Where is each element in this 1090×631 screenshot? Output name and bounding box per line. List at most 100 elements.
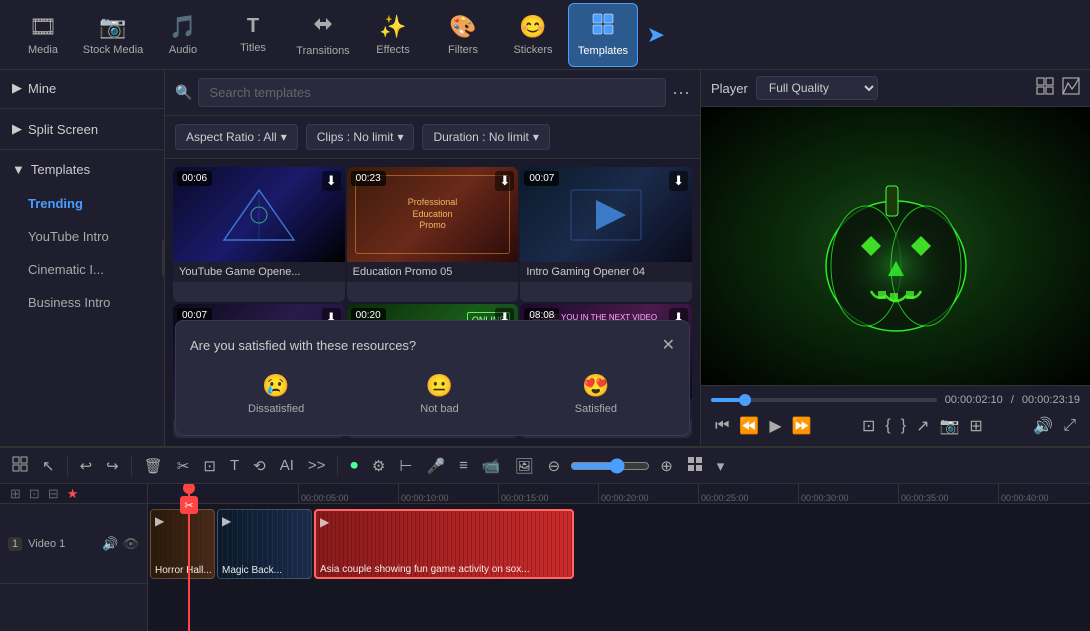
- progress-handle[interactable]: [739, 394, 751, 406]
- zoom-slider[interactable]: [570, 458, 650, 474]
- toolbar-item-templates[interactable]: Templates ➤: [568, 3, 638, 67]
- toolbar-item-transitions[interactable]: Transitions: [288, 3, 358, 67]
- playhead[interactable]: ✂: [188, 484, 190, 631]
- crop-button[interactable]: ⊡: [858, 414, 879, 438]
- control-buttons: ⏮ ⏪ ▶ ⏩ ⊡ { } ↗ 📷 ⊞ 🔊 ⤢: [711, 414, 1080, 438]
- track-icons-row: ⊞ ⊡ ⊟ ★: [0, 484, 147, 504]
- clips-filter[interactable]: Clips : No limit ▾: [306, 124, 415, 150]
- play-button[interactable]: ▶: [765, 414, 785, 438]
- more-options-button[interactable]: ···: [672, 82, 690, 103]
- template-card-0[interactable]: 00:06 ⬇ YouTube Game Opene...: [173, 167, 345, 302]
- toolbar-item-media[interactable]: 🎞 Media: [8, 3, 78, 67]
- frame-forward-button[interactable]: ⏩: [788, 414, 816, 438]
- quality-select[interactable]: Full Quality High Quality Medium Quality: [756, 76, 878, 100]
- duration-filter[interactable]: Duration : No limit ▾: [422, 124, 549, 150]
- popup-option-notbad[interactable]: 😐 Not bad: [410, 367, 469, 421]
- track-volume-icon[interactable]: 🔊: [102, 536, 118, 552]
- sidebar-item-youtube-intro[interactable]: YouTube Intro: [0, 220, 164, 253]
- expand-button[interactable]: ⤢: [1059, 414, 1080, 438]
- template-card-2[interactable]: 00:07 ⬇ Intro Gaming Opener 04: [520, 167, 692, 302]
- redo-button[interactable]: ↪: [102, 455, 123, 477]
- crop-tl-button[interactable]: ⊡: [199, 455, 220, 477]
- in-point-button[interactable]: {: [881, 414, 894, 438]
- left-sidebar: ▶ Mine ▶ Split Screen ▼ Templates Trendi…: [0, 70, 165, 446]
- snap-icon[interactable]: ⊞: [8, 484, 23, 504]
- sidebar-item-cinematic[interactable]: Cinematic I...: [0, 253, 164, 286]
- popup-option-satisfied[interactable]: 😍 Satisfied: [565, 367, 627, 421]
- templates-label: Templates: [578, 45, 628, 57]
- split-button[interactable]: ⊢: [395, 455, 416, 477]
- popup-option-dissatisfied[interactable]: 😢 Dissatisfied: [238, 367, 314, 421]
- rewind-button[interactable]: ⏮: [711, 414, 733, 438]
- forward-button[interactable]: >>: [304, 455, 330, 476]
- view-controls: ⊡ { } ↗ 📷 ⊞: [858, 414, 987, 438]
- text-button[interactable]: T: [226, 455, 243, 476]
- link-icon[interactable]: ⊡: [27, 484, 42, 504]
- sidebar-header-mine[interactable]: ▶ Mine: [0, 70, 164, 106]
- main-layout: ▶ Mine ▶ Split Screen ▼ Templates Trendi…: [0, 70, 1090, 446]
- group-icon[interactable]: ⊟: [46, 484, 61, 504]
- clip-2[interactable]: ▶ Asia couple showing fun game activity …: [314, 509, 574, 579]
- aspect-ratio-filter[interactable]: Aspect Ratio : All ▾: [175, 124, 298, 150]
- track-name: Video 1: [28, 538, 65, 550]
- transform-button[interactable]: ⟲: [249, 455, 270, 477]
- image-button[interactable]: 🖼: [511, 455, 538, 477]
- grid-view-tl-button[interactable]: [683, 454, 707, 478]
- zoom-out-button[interactable]: ⊖: [544, 455, 565, 477]
- ruler-mark-2: 00:00:15:00: [498, 484, 598, 503]
- ai-button[interactable]: AI: [276, 455, 298, 476]
- toolbar-item-stock-media[interactable]: 📷 Stock Media: [78, 3, 148, 67]
- template-card-1[interactable]: ProfessionalEducationPromo 00:23 ⬇ Educa…: [347, 167, 519, 302]
- toolbar-item-titles[interactable]: T Titles: [218, 3, 288, 67]
- arrow-pointer-icon: ➤: [647, 22, 665, 48]
- mic-button[interactable]: 🎤: [422, 455, 449, 477]
- split-screen-label: Split Screen: [28, 122, 98, 137]
- sidebar-item-trending[interactable]: Trending: [0, 187, 164, 220]
- template-download-0[interactable]: ⬇: [322, 171, 341, 191]
- popup-close-button[interactable]: ✕: [662, 335, 675, 355]
- search-input[interactable]: [198, 78, 666, 107]
- grid-view-icon[interactable]: [1036, 77, 1054, 100]
- ruler-marks: 00:00:05:00 00:00:10:00 00:00:15:00 00:0…: [148, 484, 1090, 503]
- player-header: Player Full Quality High Quality Medium …: [701, 70, 1090, 107]
- search-bar: 🔍 ···: [165, 70, 700, 116]
- template-download-2[interactable]: ⬇: [669, 171, 688, 191]
- toolbar-item-filters[interactable]: 🎨 Filters: [428, 3, 498, 67]
- zoom-in-button[interactable]: ⊕: [656, 455, 677, 477]
- snapshot-button[interactable]: 📷: [936, 414, 964, 438]
- audio-track-button[interactable]: ≡: [455, 455, 472, 476]
- timeline-grid-button[interactable]: [8, 454, 32, 478]
- out-point-button[interactable]: }: [897, 414, 910, 438]
- export-frame-button[interactable]: ↗: [912, 414, 933, 438]
- sidebar-header-split-screen[interactable]: ▶ Split Screen: [0, 111, 164, 147]
- timeline-cursor-button[interactable]: ↖: [38, 455, 59, 477]
- video-track-button[interactable]: 📹: [478, 455, 505, 477]
- templates-icon: [592, 13, 614, 41]
- sidebar-item-business-intro[interactable]: Business Intro: [0, 286, 164, 319]
- clips-label: Clips : No limit: [317, 130, 394, 144]
- comparison-icon[interactable]: [1062, 77, 1080, 100]
- clip-1[interactable]: ▶ Magic Back...: [217, 509, 312, 579]
- more-tl-button[interactable]: ▾: [713, 455, 729, 477]
- playback-controls: ⏮ ⏪ ▶ ⏩: [711, 414, 816, 438]
- volume-button[interactable]: 🔊: [1029, 414, 1057, 438]
- player-controls: 00:00:02:10 / 00:00:23:19 ⏮ ⏪ ▶ ⏩ ⊡ { } …: [701, 385, 1090, 446]
- fullscreen-button[interactable]: ⊞: [965, 414, 986, 438]
- delete-button[interactable]: 🗑: [140, 455, 167, 477]
- settings-button[interactable]: ⚙: [368, 455, 389, 477]
- cut-button[interactable]: ✂: [173, 455, 194, 477]
- transitions-icon: [312, 13, 334, 41]
- sidebar-header-templates[interactable]: ▼ Templates: [0, 152, 164, 187]
- undo-button[interactable]: ↩: [76, 455, 97, 477]
- frame-back-button[interactable]: ⏪: [735, 414, 763, 438]
- record-button[interactable]: ⏺: [346, 455, 362, 476]
- toolbar-item-audio[interactable]: 🎵 Audio: [148, 3, 218, 67]
- stickers-label: Stickers: [513, 44, 552, 56]
- progress-bar[interactable]: [711, 398, 937, 402]
- clip-0[interactable]: ▶ Horror Hall...: [150, 509, 215, 579]
- ai-track-icon[interactable]: ★: [65, 484, 81, 504]
- track-eye-icon[interactable]: 👁: [122, 536, 139, 552]
- template-download-1[interactable]: ⬇: [495, 171, 514, 191]
- toolbar-item-stickers[interactable]: 😊 Stickers: [498, 3, 568, 67]
- toolbar-item-effects[interactable]: ✨ Effects: [358, 3, 428, 67]
